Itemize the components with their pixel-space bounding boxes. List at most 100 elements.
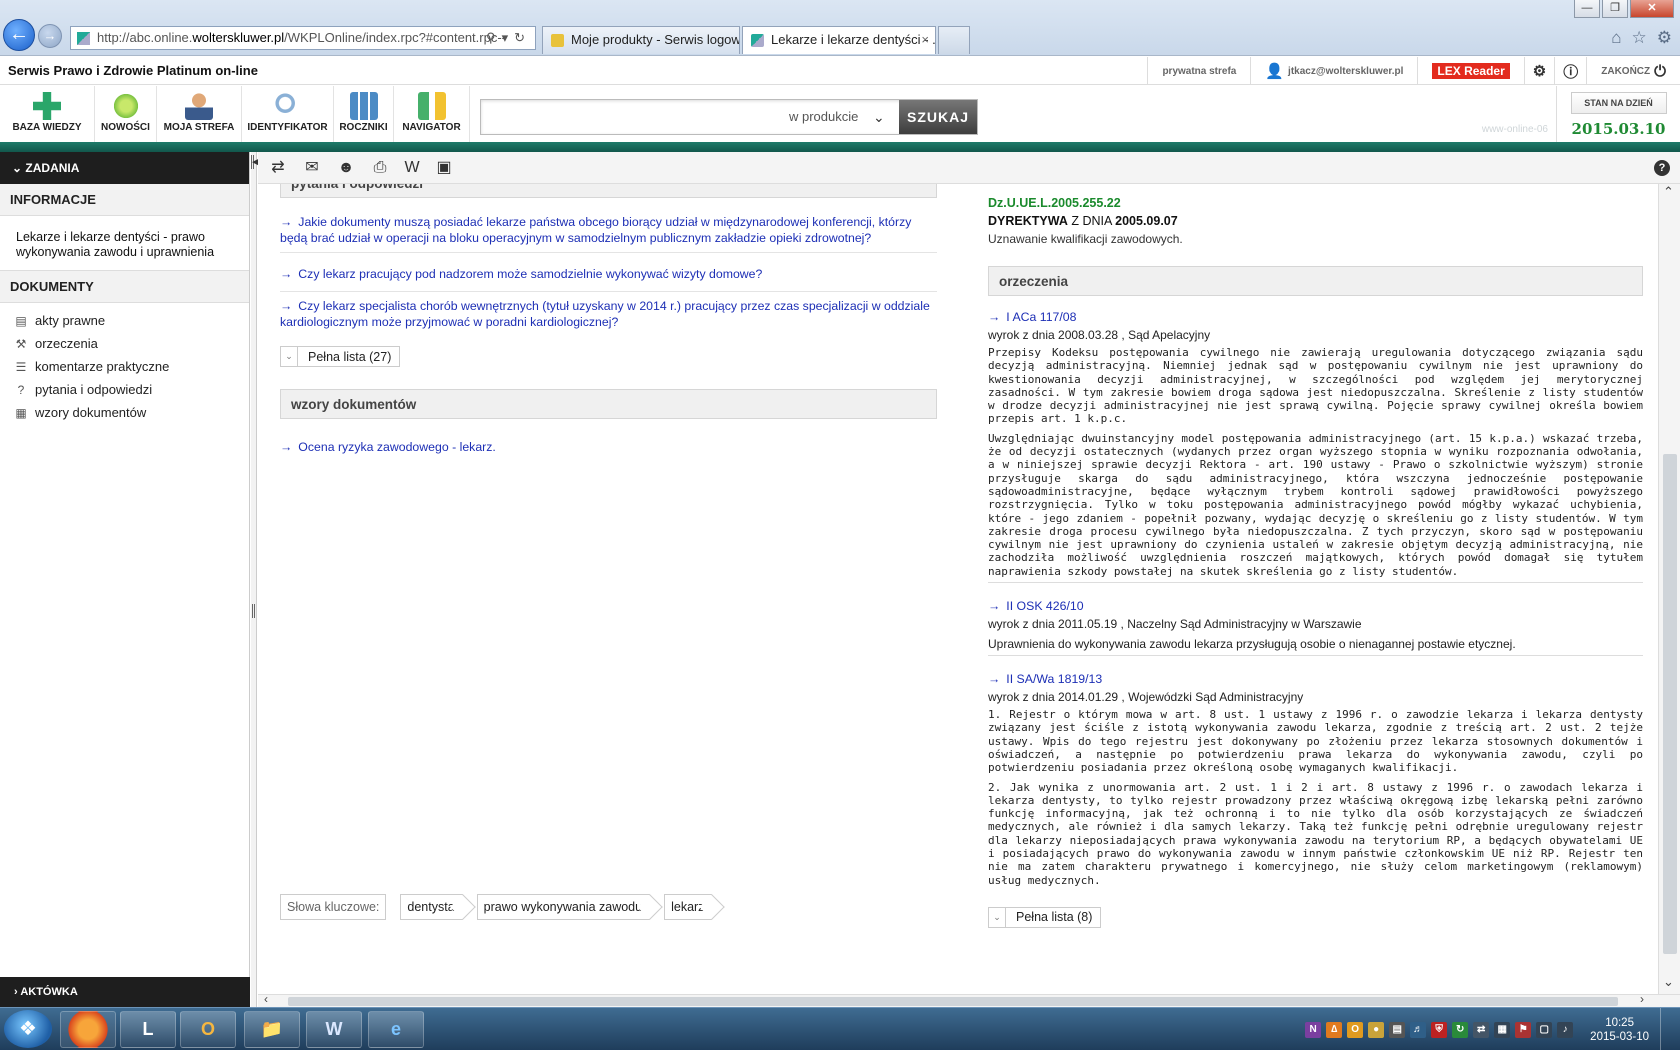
help-button[interactable]: ⓘ — [1554, 57, 1586, 85]
scroll-left-icon[interactable]: ‹ — [264, 992, 268, 1006]
swap-icon[interactable]: ⇄ — [266, 158, 290, 180]
qa-link[interactable]: Czy lekarz specjalista chorób wewnętrzny… — [280, 299, 930, 329]
scroll-down-icon[interactable]: ⌄ — [1663, 974, 1674, 990]
directive-reference[interactable]: Dz.U.UE.L.2005.255.22 — [988, 196, 1643, 210]
sidebar-item-komentarze[interactable]: ☰ komentarze praktyczne — [14, 355, 249, 378]
qa-link[interactable]: Czy lekarz pracujący pod nadzorem może s… — [298, 267, 762, 281]
collapse-icon[interactable]: ◀ — [251, 155, 260, 169]
tray-app-icon[interactable]: ● — [1368, 1021, 1385, 1038]
firefox-icon[interactable] — [60, 1011, 116, 1048]
shield-icon[interactable]: ⛨ — [1431, 1021, 1448, 1038]
clock[interactable]: 10:25 2015-03-10 — [1590, 1016, 1649, 1044]
qa-full-list-button[interactable]: ⌄ Pełna lista (27) — [280, 346, 401, 367]
close-window-button[interactable]: ✕ — [1630, 0, 1674, 18]
maximize-button[interactable]: ❐ — [1602, 0, 1628, 18]
private-zone-link[interactable]: prywatna strefa — [1147, 57, 1250, 85]
speaker-icon[interactable]: ♪ — [1557, 1021, 1574, 1038]
sidebar-item-orzeczenia[interactable]: ⚒ orzeczenia — [14, 332, 249, 355]
judgment-signature[interactable]: II OSK 426/10 — [1006, 599, 1083, 613]
judgment-link[interactable]: → II SA/Wa 1819/13 — [988, 672, 1643, 686]
tray-app-icon[interactable]: ⇄ — [1473, 1021, 1490, 1038]
sidebar-item-wzory[interactable]: ▦ wzory dokumentów — [14, 401, 249, 424]
settings-button[interactable]: ⚙ — [1523, 57, 1554, 85]
tab-moje-produkty[interactable]: Moje produkty - Serwis logow... — [542, 26, 740, 54]
panel-splitter[interactable]: ◀ — [251, 152, 260, 1007]
info-header[interactable]: INFORMACJE — [0, 184, 249, 216]
search-scope[interactable]: w produkcie — [789, 100, 858, 134]
scroll-right-icon[interactable]: › — [1640, 992, 1644, 1006]
back-button[interactable]: ← — [3, 19, 35, 51]
sync-icon[interactable]: ↻ — [1452, 1021, 1469, 1038]
keyword-tag[interactable]: lekarz — [664, 894, 713, 920]
dropdown-icon[interactable]: ▾ — [502, 30, 515, 45]
scroll-thumb[interactable] — [1663, 454, 1677, 954]
tool-identyfikator[interactable]: IDENTYFIKATOR — [242, 86, 334, 142]
sidebar-item-akty-prawne[interactable]: ▤ akty prawne — [14, 309, 249, 332]
judgments-full-list-button[interactable]: ⌄ Pełna lista (8) — [988, 906, 1102, 928]
judgment-signature[interactable]: I ACa 117/08 — [1006, 310, 1076, 324]
display-icon[interactable]: ▢ — [1536, 1021, 1553, 1038]
end-session-button[interactable]: ZAKOŃCZ ⏻ — [1586, 57, 1680, 85]
judgment-signature[interactable]: II SA/Wa 1819/13 — [1006, 672, 1102, 686]
scroll-thumb[interactable] — [288, 997, 1618, 1006]
qa-link[interactable]: Jakie dokumenty muszą posiadać lekarze p… — [280, 215, 911, 245]
address-bar[interactable]: http://abc.online.wolterskluwer.pl/WKPLO… — [70, 26, 536, 50]
qa-item[interactable]: → Czy lekarz pracujący pod nadzorem może … — [280, 253, 937, 292]
search-icon[interactable]: ⚲ — [486, 30, 502, 45]
add-to-briefcase-icon[interactable]: ▣ — [432, 158, 456, 180]
tab-close-icon[interactable]: × — [921, 27, 929, 53]
flag-icon[interactable]: ⚑ — [1515, 1021, 1532, 1038]
help-icon[interactable]: ? — [1654, 160, 1670, 176]
search-button[interactable]: SZUKAJ — [899, 100, 977, 134]
as-of-date-button[interactable]: STAN NA DZIEŃ — [1570, 92, 1667, 114]
template-item[interactable]: → Ocena ryzyka zawodowego - lekarz. — [280, 433, 937, 461]
minimize-button[interactable]: — — [1574, 0, 1600, 18]
word-export-icon[interactable]: W — [400, 158, 424, 180]
user-link[interactable]: 👤 jtkacz@wolterskluwer.pl — [1250, 57, 1417, 85]
ie-icon[interactable]: e — [368, 1011, 424, 1048]
address-tools[interactable]: ⚲▾↻ — [486, 27, 531, 49]
tab-lekarze[interactable]: Lekarze i lekarze dentyści - ... × — [742, 26, 936, 54]
start-button[interactable]: ❖ — [4, 1010, 52, 1048]
tasks-header[interactable]: ⌄ ZADANIA — [0, 152, 249, 184]
home-icon[interactable]: ⌂ — [1611, 28, 1621, 48]
user-settings-icon[interactable]: ☻ — [334, 158, 358, 180]
network-icon[interactable]: ▦ — [1494, 1021, 1511, 1038]
new-tab-button[interactable] — [938, 26, 970, 54]
info-topic[interactable]: Lekarze i lekarze dentyści - prawo wykon… — [0, 216, 249, 271]
star-icon[interactable]: ☆ — [1632, 28, 1647, 48]
show-desktop-button[interactable] — [1660, 1008, 1672, 1051]
ask-question-icon[interactable]: ✉ — [300, 158, 324, 180]
outlook-icon[interactable]: O — [180, 1011, 236, 1048]
gear-icon[interactable]: ⚙ — [1657, 28, 1672, 48]
tool-moja-strefa[interactable]: MOJA STREFA — [157, 86, 242, 142]
tray-app-icon[interactable]: ∆ — [1326, 1021, 1343, 1038]
refresh-icon[interactable]: ↻ — [514, 30, 531, 45]
qa-item[interactable]: → Czy lekarz specjalista chorób wewnętrzn… — [280, 292, 937, 336]
search-input[interactable] — [481, 100, 781, 134]
forward-button[interactable]: → — [38, 24, 62, 48]
template-link[interactable]: Ocena ryzyka zawodowego - lekarz. — [298, 440, 496, 454]
drag-handle-icon[interactable] — [252, 604, 255, 618]
judgment-link[interactable]: → I ACa 117/08 — [988, 310, 1643, 324]
word-icon[interactable]: W — [306, 1011, 362, 1048]
volume-icon[interactable]: ♬ — [1410, 1021, 1427, 1038]
sidebar-item-pytania[interactable]: ? pytania i odpowiedzi — [14, 378, 249, 401]
tool-roczniki[interactable]: ROCZNIKI — [334, 86, 394, 142]
keyword-tag[interactable]: prawo wykonywania zawodu — [476, 894, 651, 920]
tool-baza-wiedzy[interactable]: BAZA WIEDZY — [0, 86, 95, 142]
explorer-icon[interactable]: 📁 — [244, 1011, 300, 1048]
lex-reader-link[interactable]: LEX Reader — [1417, 57, 1523, 85]
documents-header[interactable]: DOKUMENTY — [0, 271, 249, 303]
tool-navigator[interactable]: NAVIGATOR — [394, 86, 470, 142]
onenote-tray-icon[interactable]: N — [1305, 1021, 1322, 1038]
outlook-tray-icon[interactable]: O — [1347, 1021, 1364, 1038]
print-icon[interactable]: ⎙ — [368, 158, 392, 180]
tool-nowosci[interactable]: NOWOŚCI — [95, 86, 157, 142]
keyword-tag[interactable]: dentysta — [400, 894, 463, 920]
lex-icon[interactable]: L — [120, 1011, 176, 1048]
vertical-scrollbar[interactable]: ⌃ ⌄ — [1658, 184, 1680, 994]
judgment-link[interactable]: → II OSK 426/10 — [988, 599, 1643, 613]
horizontal-scrollbar[interactable]: ‹ › — [258, 992, 1680, 1007]
briefcase-footer[interactable]: › AKTÓWKA — [0, 977, 250, 1007]
